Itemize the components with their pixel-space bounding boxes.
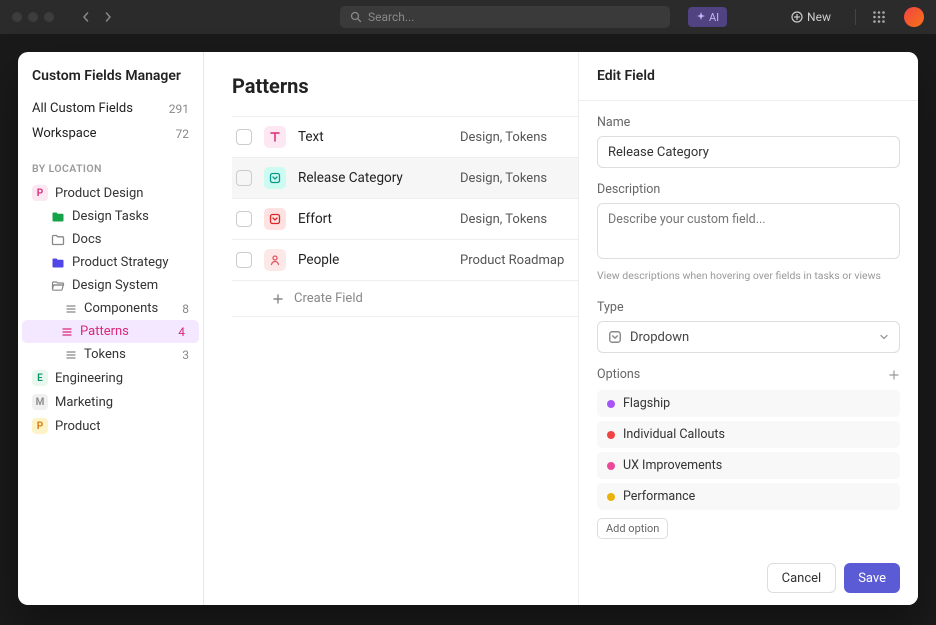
option-row[interactable]: Performance (597, 483, 900, 510)
space-badge: M (32, 394, 48, 410)
tree-tokens[interactable]: Tokens 3 (18, 343, 203, 366)
row-checkbox[interactable] (236, 129, 252, 145)
tree-patterns[interactable]: Patterns 4 (22, 320, 199, 343)
description-input[interactable] (597, 203, 900, 259)
text-field-icon (264, 126, 286, 148)
avatar[interactable] (904, 7, 924, 27)
apps-icon[interactable] (872, 10, 886, 24)
row-checkbox[interactable] (236, 211, 252, 227)
cancel-button[interactable]: Cancel (767, 563, 837, 593)
maximize-window[interactable] (44, 12, 54, 22)
tree-design-system[interactable]: Design System (18, 274, 203, 297)
list-icon (65, 303, 77, 315)
window-controls (12, 12, 54, 22)
list-icon (61, 326, 73, 338)
type-select[interactable]: Dropdown (597, 321, 900, 353)
search-placeholder: Search... (368, 10, 414, 24)
panel-title: Edit Field (579, 52, 918, 101)
options-label: Options (597, 367, 640, 382)
row-checkbox[interactable] (236, 252, 252, 268)
space-badge: E (32, 370, 48, 386)
search-icon (350, 11, 362, 23)
dropdown-field-icon (264, 208, 286, 230)
list-icon (65, 349, 77, 361)
sidebar-title: Custom Fields Manager (18, 68, 203, 96)
sidebar-all-fields[interactable]: All Custom Fields 291 (18, 96, 203, 121)
option-row[interactable]: Flagship (597, 390, 900, 417)
main-content: Patterns Text Design, Tokens Release Cat… (204, 52, 918, 605)
sidebar: Custom Fields Manager All Custom Fields … (18, 52, 204, 605)
name-label: Name (597, 115, 900, 130)
tree-docs[interactable]: Docs (18, 228, 203, 251)
main-window: Custom Fields Manager All Custom Fields … (18, 52, 918, 605)
search-input[interactable]: Search... (340, 6, 670, 28)
type-label: Type (597, 300, 900, 315)
ai-button[interactable]: AI (688, 7, 727, 27)
close-window[interactable] (12, 12, 22, 22)
new-button[interactable]: New (783, 7, 839, 27)
minimize-window[interactable] (28, 12, 38, 22)
sidebar-workspace[interactable]: Workspace 72 (18, 121, 203, 146)
folder-open-icon (51, 279, 65, 293)
tree-engineering[interactable]: E Engineering (18, 366, 203, 390)
save-button[interactable]: Save (844, 563, 900, 593)
folder-icon (51, 210, 65, 224)
color-dot (607, 431, 615, 439)
color-dot (607, 400, 615, 408)
tree-product-design[interactable]: P Product Design (18, 181, 203, 205)
folder-icon (51, 233, 65, 247)
color-dot (607, 462, 615, 470)
tree-components[interactable]: Components 8 (18, 297, 203, 320)
option-row[interactable]: UX Improvements (597, 452, 900, 479)
folder-icon (51, 256, 65, 270)
nav-back[interactable] (76, 7, 96, 27)
plus-circle-icon (791, 11, 803, 23)
option-row[interactable]: Individual Callouts (597, 421, 900, 448)
tree-marketing[interactable]: M Marketing (18, 390, 203, 414)
space-badge: P (32, 185, 48, 201)
sparkle-icon (696, 12, 706, 22)
description-help: View descriptions when hovering over fie… (597, 269, 900, 282)
add-option-button[interactable]: Add option (597, 518, 668, 539)
chevron-down-icon (879, 332, 889, 342)
dropdown-field-icon (264, 167, 286, 189)
dropdown-icon (608, 330, 622, 344)
sidebar-section-label: BY LOCATION (18, 146, 203, 181)
tree-product[interactable]: P Product (18, 414, 203, 438)
name-input[interactable] (597, 136, 900, 168)
tree-design-tasks[interactable]: Design Tasks (18, 205, 203, 228)
add-option-plus[interactable] (888, 369, 900, 381)
color-dot (607, 493, 615, 501)
description-label: Description (597, 182, 900, 197)
tree-product-strategy[interactable]: Product Strategy (18, 251, 203, 274)
plus-icon (272, 293, 284, 305)
topbar: Search... AI New (0, 0, 936, 34)
row-checkbox[interactable] (236, 170, 252, 186)
people-field-icon (264, 249, 286, 271)
space-badge: P (32, 418, 48, 434)
edit-field-panel: Edit Field Name Description View descrip… (578, 52, 918, 605)
nav-forward[interactable] (98, 7, 118, 27)
